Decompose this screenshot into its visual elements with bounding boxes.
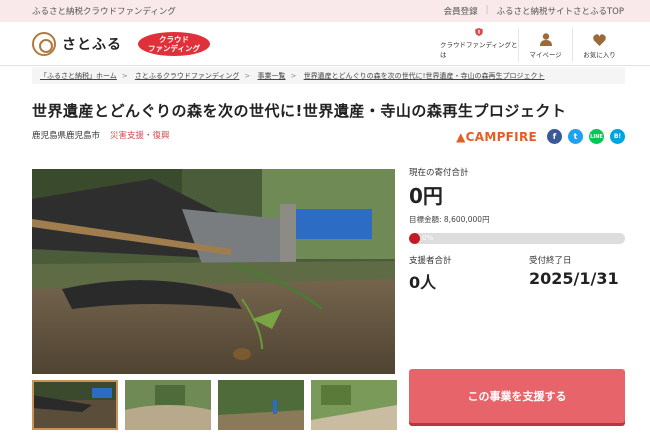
- current-amount-label: 現在の寄付合計: [409, 168, 469, 178]
- line-share-icon[interactable]: LINE: [589, 129, 604, 144]
- nav-favorites[interactable]: お気に入り: [572, 28, 626, 62]
- thumbnail[interactable]: [218, 380, 304, 430]
- progress-bar: 0%: [409, 233, 625, 244]
- divider: |: [485, 5, 489, 15]
- location-link[interactable]: 鹿児島県鹿児島市: [32, 129, 100, 141]
- breadcrumb-current[interactable]: 世界遺産とどんぐりの森を次の世代に!世界遺産・寺山の森再生プロジェクト: [304, 72, 545, 80]
- satofull-top-link[interactable]: ふるさと納税サイトさとふるTOP: [496, 5, 624, 17]
- forest-photo: [32, 169, 395, 374]
- progress-percent: 0%: [422, 234, 434, 242]
- hatena-share-icon[interactable]: B!: [610, 129, 625, 144]
- crowdfunding-badge[interactable]: クラウド ファンディング: [138, 32, 210, 56]
- target-amount: 目標金額: 8,600,000円: [409, 215, 490, 224]
- badge-line2: ファンディング: [148, 44, 200, 53]
- top-bar: ふるさと納税クラウドファンディング 会員登録 | ふるさと納税サイトさとふるTO…: [0, 0, 650, 22]
- project-main-image: [32, 169, 395, 374]
- project-meta: 鹿児島県鹿児島市 災害支援・復興: [32, 129, 170, 141]
- deadline-label: 受付終了日: [529, 256, 572, 266]
- nav-label: マイページ: [529, 51, 562, 59]
- breadcrumb-project-list[interactable]: 事業一覧: [258, 72, 286, 80]
- thumbnail[interactable]: [125, 380, 211, 430]
- heart-icon: [593, 34, 606, 46]
- nav-label: お気に入り: [583, 51, 616, 59]
- nav-about-crowdfunding[interactable]: クラウドファンディングとは: [440, 28, 518, 62]
- thumbnail[interactable]: [311, 380, 397, 430]
- supporters-label: 支援者合計: [409, 256, 452, 266]
- logo-mark-icon: [32, 32, 56, 56]
- logo-text: さとふる: [62, 37, 122, 53]
- user-icon: [539, 33, 552, 46]
- twitter-share-icon[interactable]: t: [568, 129, 583, 144]
- supporters-count: 0人: [409, 273, 437, 292]
- shield-icon: [475, 28, 483, 36]
- badge-line1: クラウド: [159, 35, 189, 44]
- breadcrumb: 「ふるさと納税」ホーム > さとふるクラウドファンディング > 事業一覧 > 世界遺産…: [32, 67, 625, 84]
- site-tagline: ふるさと納税クラウドファンディング: [32, 7, 176, 17]
- register-link[interactable]: 会員登録: [444, 5, 478, 17]
- share-bar: ▲CAMPFIRE f t LINE B!: [456, 129, 625, 144]
- header-nav: クラウドファンディングとは マイページ お気に入り: [440, 28, 626, 62]
- funding-stats: 現在の寄付合計 0円 目標金額: 8,600,000円 0% 支援者合計 0人 …: [409, 166, 625, 293]
- breadcrumb-crowdfunding[interactable]: さとふるクラウドファンディング: [135, 72, 240, 80]
- thumbnail[interactable]: [32, 380, 118, 430]
- top-links: 会員登録 | ふるさと納税サイトさとふるTOP: [444, 5, 624, 17]
- page-title: 世界遺産とどんぐりの森を次の世代に!世界遺産・寺山の森再生プロジェクト: [32, 102, 567, 120]
- deadline-date: 2025/1/31: [529, 269, 619, 288]
- campfire-logo: ▲CAMPFIRE: [456, 129, 537, 144]
- site-header: さとふる クラウド ファンディング クラウドファンディングとは マイページ お気…: [0, 22, 650, 66]
- thumbnail-strip: [32, 380, 397, 430]
- breadcrumb-home[interactable]: 「ふるさと納税」ホーム: [40, 72, 117, 80]
- nav-mypage[interactable]: マイページ: [518, 28, 572, 62]
- current-amount: 0円: [409, 184, 443, 208]
- progress-fill: [409, 233, 420, 244]
- category-tag[interactable]: 災害支援・復興: [110, 129, 170, 141]
- satofull-logo[interactable]: さとふる: [32, 32, 122, 56]
- support-project-button[interactable]: この事業を支援する: [409, 369, 625, 423]
- nav-label: クラウドファンディングとは: [440, 41, 518, 59]
- facebook-share-icon[interactable]: f: [547, 129, 562, 144]
